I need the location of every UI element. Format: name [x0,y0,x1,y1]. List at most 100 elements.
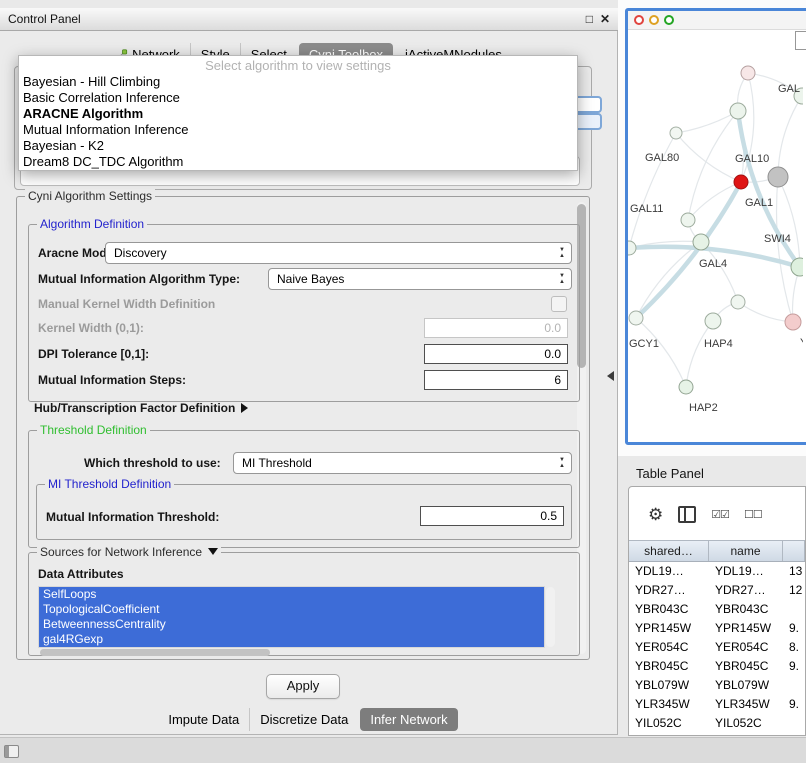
mi-threshold-group-title: MI Threshold Definition [45,477,174,491]
aracne-mode-value: Discovery [114,246,167,260]
table-cell: 9. [783,657,805,676]
algorithm-menu-placeholder: Select algorithm to view settings [19,57,577,74]
mi-steps-label: Mutual Information Steps: [38,373,186,387]
table-cell: YLR345W [709,695,783,714]
network-node[interactable] [670,127,682,139]
table-row[interactable]: YPR145WYPR145W9. [629,619,805,638]
network-node[interactable] [693,234,709,250]
close-icon[interactable]: ✕ [600,12,610,26]
network-window-widget[interactable] [795,31,806,50]
table-cell: YPR145W [709,619,783,638]
which-threshold-combo[interactable]: MI Threshold [233,452,572,474]
bottom-tab-discretize-data[interactable]: Discretize Data [249,708,358,731]
panel-dock-icon[interactable] [4,745,19,758]
apply-button[interactable]: Apply [266,674,340,699]
table-row[interactable]: YBL079WYBL079W [629,676,805,695]
algorithm-menu-item[interactable]: Bayesian - Hill Climbing [19,74,577,90]
mi-steps-field[interactable]: 6 [424,370,568,390]
network-node-label: HAP4 [704,338,733,350]
mi-type-label: Mutual Information Algorithm Type: [38,272,240,286]
table-cell: YIL052C [709,714,783,733]
minimize-traffic-light[interactable] [649,15,659,25]
table-row[interactable]: YBR045CYBR045C9. [629,657,805,676]
attr-list-scrollbar-track[interactable] [546,587,555,647]
table-row[interactable]: YDR27…YDR27…12 [629,581,805,600]
restore-icon[interactable]: □ [586,12,593,26]
table-cell: 9. [783,619,805,638]
data-attribute-item[interactable]: gal4RGexp [39,632,544,647]
table-cell: 12 [783,581,805,600]
columns-icon[interactable] [678,506,696,523]
algorithm-menu-item[interactable]: Bayesian - K2 [19,138,577,154]
algorithm-menu-item[interactable]: Mutual Information Inference [19,122,577,138]
algorithm-menu-item[interactable]: Basic Correlation Inference [19,90,577,106]
table-cell: YER054C [629,638,709,657]
table-column-header[interactable]: name [709,541,783,561]
hub-section-header[interactable]: Hub/Transcription Factor Definition [34,401,248,415]
table-row[interactable]: YIL052CYIL052C [629,714,805,733]
table-row[interactable]: YER054CYER054C8. [629,638,805,657]
table-cell: YDR27… [709,581,783,600]
table-toolbar: ⚙ ☑☑ ☐☐ [630,492,804,536]
network-node[interactable] [731,295,745,309]
manual-kernel-checkbox[interactable] [551,296,567,312]
network-window-titlebar [628,11,806,30]
sources-section-header[interactable]: Sources for Network Inference [37,545,221,559]
network-node-label: SWI4 [764,233,791,245]
network-node[interactable] [628,241,636,255]
network-edge [629,133,676,248]
apply-button-label: Apply [287,678,320,693]
dpi-tolerance-field[interactable]: 0.0 [424,344,568,364]
network-node[interactable] [741,66,755,80]
table-cell: YDR27… [629,581,709,600]
bottom-tab-discretize-data-label: Discretize Data [260,712,348,727]
table-column-header[interactable]: shared… [629,541,709,561]
table-row[interactable]: YDL19…YDL19…13 [629,562,805,581]
zoom-traffic-light[interactable] [664,15,674,25]
control-panel-titlebar: Control Panel □ ✕ [0,8,618,31]
control-panel-title: Control Panel [8,12,81,26]
dpi-tolerance-label: DPI Tolerance [0,1]: [38,347,149,361]
network-edge [778,96,802,177]
gear-icon[interactable]: ⚙ [648,506,663,523]
network-edge [686,321,713,387]
table-row[interactable]: YBR043CYBR043C [629,600,805,619]
mi-threshold-field[interactable]: 0.5 [420,506,564,526]
select-all-columns-icon[interactable]: ☑☑ [711,508,729,521]
bottom-tab-impute-data[interactable]: Impute Data [158,708,249,731]
data-attribute-item[interactable]: BetweennessCentrality [39,617,544,632]
deselect-all-columns-icon[interactable]: ☐☐ [744,508,762,521]
network-node[interactable] [785,314,801,330]
attr-list-hscrollbar-thumb[interactable] [40,649,270,656]
data-attributes-label: Data Attributes [38,567,124,581]
algorithm-menu-item[interactable]: ARACNE Algorithm [19,106,577,122]
network-node[interactable] [730,103,746,119]
aracne-mode-combo[interactable]: Discovery [105,242,572,264]
algorithm-menu-item[interactable]: Dream8 DC_TDC Algorithm [19,154,577,170]
table-cell: 9. [783,695,805,714]
bottom-tab-infer-network[interactable]: Infer Network [360,708,457,731]
network-node-label: Y [800,337,803,349]
kernel-width-label: Kernel Width (0,1): [38,321,144,335]
network-node[interactable] [768,167,788,187]
threshold-definition-title: Threshold Definition [37,423,150,437]
panel-collapse-arrow-icon[interactable] [607,371,614,381]
network-node[interactable] [705,313,721,329]
table-row[interactable]: YLR345WYLR345W9. [629,695,805,714]
data-attribute-item[interactable]: TopologicalCoefficient [39,602,544,617]
close-traffic-light[interactable] [634,15,644,25]
mi-type-combo[interactable]: Naive Bayes [268,268,572,290]
data-attribute-item[interactable]: SelfLoops [39,587,544,602]
table-body: YDL19…YDL19…13YDR27…YDR27…12YBR043CYBR04… [629,562,805,734]
which-threshold-value: MI Threshold [242,456,312,470]
data-attributes-list: SelfLoopsTopologicalCoefficientBetweenne… [38,586,545,648]
network-node[interactable] [679,380,693,394]
table-column-header[interactable] [783,541,805,561]
expand-right-icon [241,403,248,413]
kernel-width-field[interactable]: 0.0 [424,318,568,338]
network-node[interactable] [734,175,748,189]
network-node[interactable] [681,213,695,227]
network-node[interactable] [629,311,643,325]
network-svg[interactable]: GALGAL80GAL10GAL11GAL1SWI4GAL4GCY1HAP4YH… [628,30,803,442]
network-node-label: GAL1 [745,197,773,209]
